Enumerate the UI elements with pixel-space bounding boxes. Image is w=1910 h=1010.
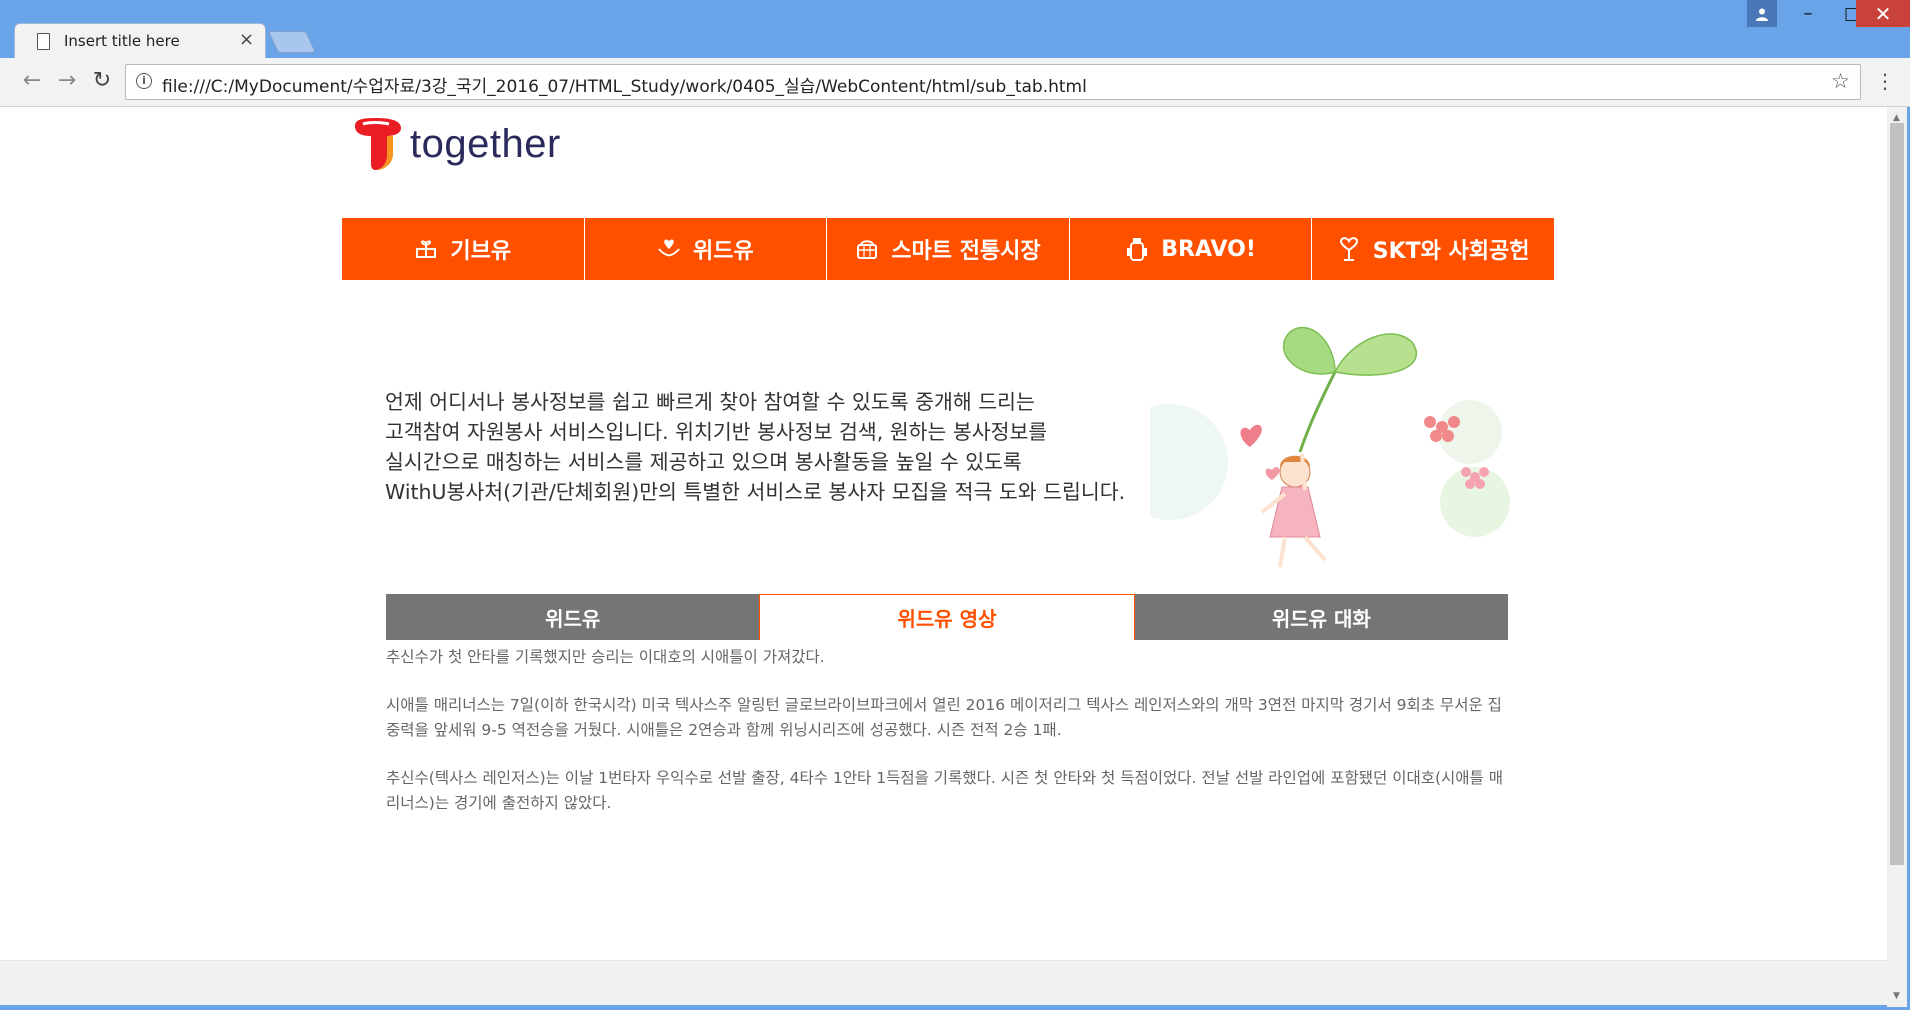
hands-heart-icon [657,237,681,261]
nav-item-giveu[interactable]: 기브유 [342,218,585,280]
nav-label: SKT와 사회공헌 [1372,239,1530,264]
tab-title: Insert title here [64,32,180,50]
bookmark-star-icon[interactable]: ☆ [1831,69,1850,93]
leaf-left [1283,326,1336,375]
article-paragraph: 추신수(텍사스 레인저스)는 이날 1번타자 우익수로 선발 출장, 4타수 1… [386,769,1504,812]
nav-item-smart-market[interactable]: 스마트 전통시장 [827,218,1070,280]
tab-content-article: 추신수가 첫 안타를 기록했지만 승리는 이대호의 시애틀이 가져갔다. 시애틀… [386,645,1516,839]
decor-circle [1150,404,1228,520]
leaf-right [1333,333,1418,376]
horizontal-scroll-area [0,960,1887,1005]
tab-close-icon[interactable]: × [239,29,254,50]
together-logo[interactable]: together [353,116,563,174]
browser-tab[interactable]: Insert title here × [14,23,266,60]
logo-text: together [410,122,561,166]
intro-line: WithU봉사처(기관/단체회원)만의 특별한 서비스로 봉사자 모집을 적극 … [385,480,1126,504]
heart-tree-icon [1337,237,1361,261]
intro-line: 언제 어디서나 봉사정보를 쉽고 빠르게 찾아 참여할 수 있도록 중개해 드리… [385,390,1035,414]
scroll-up-arrow-icon[interactable]: ▲ [1893,113,1900,123]
intro-line: 고객참여 자원봉사 서비스입니다. 위치기반 봉사정보 검색, 원하는 봉사정보… [385,420,1048,444]
tab-withu[interactable]: 위드유 [386,594,760,640]
vertical-scrollbar[interactable]: ▲ ▼ [1887,107,1907,1007]
browser-menu-icon[interactable]: ⋮ [1875,69,1895,93]
page-icon [37,33,50,50]
nav-label: 기브유 [450,239,512,264]
tab-withu-talk[interactable]: 위드유 대화 [1134,594,1508,640]
page-viewport: together 기브유 위드유 스마트 전통시장 BRAVO! SKT와 사회… [0,107,1887,960]
browser-toolbar: ← → ↻ i file:///C:/MyDocument/수업자료/3강_국기… [0,58,1910,107]
article-paragraph: 시애틀 매리너스는 7일(이하 한국시각) 미국 텍사스주 알링턴 글로브라이브… [386,696,1502,739]
article-paragraph: 추신수가 첫 안타를 기록했지만 승리는 이대호의 시애틀이 가져갔다. [386,648,825,666]
nav-label: 스마트 전통시장 [891,239,1041,264]
girl-leaf-illustration [1150,326,1510,568]
nav-label: BRAVO! [1161,236,1256,262]
minimize-button[interactable]: – [1786,0,1830,27]
scroll-down-arrow-icon[interactable]: ▼ [1893,991,1900,1001]
tab-withu-video[interactable]: 위드유 영상 [759,594,1135,640]
nav-label: 위드유 [693,239,754,264]
bottle-icon [1125,237,1149,261]
reload-button[interactable]: ↻ [89,68,115,94]
intro-text: 언제 어디서나 봉사정보를 쉽고 빠르게 찾아 참여할 수 있도록 중개해 드리… [385,387,1125,507]
heart-icon [1240,424,1262,447]
info-icon[interactable]: i [136,73,152,89]
address-bar[interactable]: i file:///C:/MyDocument/수업자료/3강_국기_2016_… [125,64,1861,100]
nav-item-skt-csr[interactable]: SKT와 사회공헌 [1312,218,1554,280]
nav-item-bravo[interactable]: BRAVO! [1070,218,1313,280]
intro-line: 실시간으로 매칭하는 서비스를 제공하고 있으며 봉사활동을 높일 수 있도록 [385,450,1022,474]
nav-item-withu[interactable]: 위드유 [585,218,828,280]
t-logo-icon [355,118,401,170]
url-text[interactable]: file:///C:/MyDocument/수업자료/3강_국기_2016_07… [162,72,1087,97]
forward-button[interactable]: → [54,68,80,94]
back-button[interactable]: ← [19,68,45,94]
main-navigation: 기브유 위드유 스마트 전통시장 BRAVO! SKT와 사회공헌 [342,218,1554,280]
close-window-button[interactable]: ✕ [1856,0,1910,27]
basket-icon [855,237,879,261]
heart-icon [1265,467,1280,480]
scroll-thumb[interactable] [1890,123,1904,865]
gift-icon [414,237,438,261]
user-profile-icon[interactable] [1747,0,1777,27]
content-tabs: 위드유 위드유 영상 위드유 대화 [386,594,1508,640]
leaf-stem [1298,371,1337,453]
